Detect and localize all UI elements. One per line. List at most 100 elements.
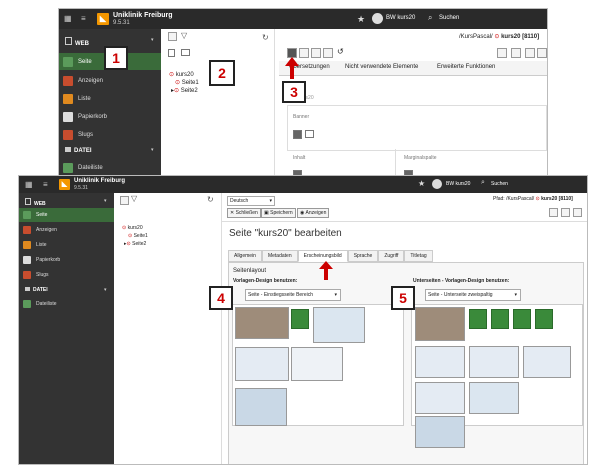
slug-icon — [63, 129, 73, 140]
list-menu-icon[interactable]: ≡ — [43, 180, 48, 189]
layout-thumbnail[interactable] — [523, 346, 571, 378]
sidebar-web-header[interactable]: WEB — [65, 37, 89, 47]
layout-thumbnail[interactable] — [235, 347, 289, 381]
tab-nicht-verwendete[interactable]: Nicht verwendete Elemente — [345, 64, 418, 70]
sidebar-item-slugs[interactable]: Slugs — [59, 126, 161, 143]
chevron-down-icon: ▾ — [514, 292, 517, 298]
language-select[interactable]: Deutsch ▾ — [227, 196, 275, 206]
lightning-icon-2[interactable] — [511, 48, 521, 58]
layout-thumbnail[interactable] — [291, 347, 343, 381]
layout-grid-icon[interactable] — [291, 309, 309, 329]
sidebar-item-papierkorb[interactable]: Papierkorb — [19, 253, 114, 267]
right-layout-select[interactable]: Seite - Unterseite zweispaltig ▾ — [425, 289, 521, 301]
sidebar-item-slugs[interactable]: Slugs — [19, 268, 114, 282]
filter-icon[interactable]: ▽ — [131, 194, 137, 203]
list-menu-icon[interactable]: ≡ — [81, 15, 89, 23]
layout-thumbnail[interactable] — [235, 307, 289, 339]
grid-menu-icon[interactable]: ▦ — [64, 15, 72, 23]
layout-thumbnail[interactable] — [235, 388, 287, 426]
bottom-page-tree: ▽ ⊙ kurs20 ⊙ Seite1 ▸⊙ Seite2 — [114, 193, 222, 464]
star-outline-icon[interactable] — [561, 208, 570, 217]
edit-doc-icon[interactable] — [323, 48, 333, 58]
search-label[interactable]: Suchen — [439, 15, 459, 21]
tree-item-seite2[interactable]: ▸⊙ Seite2 — [124, 241, 146, 247]
filter-icon[interactable]: ▽ — [181, 31, 187, 40]
layout-thumbnail[interactable] — [415, 416, 465, 448]
sidebar-item-dateiliste[interactable]: Dateiliste — [59, 159, 161, 176]
callout-1: 1 — [104, 46, 128, 70]
layout-thumbnail[interactable] — [469, 346, 519, 378]
search-icon[interactable]: ⌕ — [481, 179, 485, 187]
help-icon[interactable] — [537, 48, 547, 58]
copy-doc-icon[interactable] — [311, 48, 321, 58]
layout-thumbnail[interactable] — [469, 382, 519, 414]
grid-menu-icon[interactable]: ▦ — [25, 180, 33, 189]
search-icon[interactable]: ⌕ — [428, 13, 432, 23]
eye-icon — [23, 226, 31, 234]
search-label[interactable]: Suchen — [491, 181, 508, 187]
layout-thumbnail[interactable] — [313, 307, 365, 343]
sidebar-item-anzeigen[interactable]: Anzeigen — [19, 223, 114, 237]
layout-grid-icon[interactable] — [491, 309, 509, 329]
chevron-down-icon: ▾ — [151, 37, 154, 43]
new-page-icon[interactable] — [168, 32, 177, 41]
open-external-icon[interactable] — [549, 208, 558, 217]
star-icon[interactable]: ★ — [357, 14, 365, 25]
lightning-icon[interactable] — [497, 48, 507, 58]
sidebar-web-header[interactable]: WEB — [25, 198, 46, 207]
layout-thumbnail[interactable] — [415, 382, 465, 414]
history-icon[interactable]: ↺ — [337, 47, 344, 56]
banner-column — [287, 105, 547, 151]
sidebar-item-liste[interactable]: Liste — [59, 90, 161, 107]
layout-thumbnail[interactable] — [415, 307, 465, 341]
tab-allgemein[interactable]: Allgemein — [228, 250, 262, 262]
tree-item-seite1[interactable]: ⊙ Seite1 — [175, 79, 199, 86]
top-toolbar: ↺ — [287, 47, 547, 59]
left-layout-select[interactable]: Seite - Einstiegsseite Bereich ▾ — [245, 289, 341, 301]
tree-item-seite2[interactable]: ▸⊙ Seite2 — [171, 87, 198, 94]
sidebar-dateien-header[interactable]: DATEI — [65, 147, 92, 154]
tab-erweiterte[interactable]: Erweiterte Funktionen — [437, 64, 495, 70]
layout-grid-icon[interactable] — [513, 309, 531, 329]
save-button[interactable]: ▣ Speichern — [261, 208, 296, 218]
filelist-icon — [63, 162, 73, 173]
sidebar-item-liste[interactable]: Liste — [19, 238, 114, 252]
tab-zugriff[interactable]: Zugriff — [378, 250, 405, 262]
top-breadcrumb: /KursPascal/ ⊙ kurs20 [8110] — [459, 34, 540, 40]
sidebar-dateien-header[interactable]: DATEI — [25, 287, 48, 293]
user-name[interactable]: BW kurs20 — [386, 15, 415, 21]
star-outline-icon[interactable] — [525, 48, 535, 58]
avatar[interactable] — [432, 179, 442, 189]
tab-sprache[interactable]: Sprache — [347, 250, 379, 262]
sidebar-item-anzeigen[interactable]: Anzeigen — [59, 72, 161, 89]
sidebar-item-papierkorb[interactable]: Papierkorb — [59, 108, 161, 125]
tab-metadaten[interactable]: Metadaten — [261, 250, 298, 262]
layout-grid-icon[interactable] — [535, 309, 553, 329]
help-icon[interactable] — [573, 208, 582, 217]
bottom-sidebar: WEB ▾ Seite Anzeigen Liste Papierkorb Sl… — [19, 193, 114, 464]
tab-titletag[interactable]: Titletag — [404, 250, 433, 262]
star-icon[interactable]: ★ — [418, 179, 425, 188]
new-doc-icon[interactable] — [299, 48, 309, 58]
user-name[interactable]: BW kurs20 — [446, 181, 470, 187]
folder-open-icon[interactable] — [181, 49, 190, 56]
banner-folder-icon[interactable] — [305, 130, 314, 138]
view-button[interactable]: ◉ Anzeigen — [297, 208, 330, 218]
doc-icon[interactable] — [168, 49, 175, 57]
sidebar-item-dateiliste[interactable]: Dateiliste — [19, 297, 114, 311]
layout-grid-icon[interactable] — [469, 309, 487, 329]
tree-root[interactable]: ⊙ kurs20 — [122, 225, 143, 231]
avatar[interactable] — [372, 13, 383, 24]
refresh-tree-icon[interactable]: ↻ — [207, 195, 214, 204]
banner-add-icon[interactable] — [293, 130, 302, 139]
refresh-tree-icon[interactable]: ↻ — [262, 33, 269, 42]
list-icon — [23, 241, 31, 249]
tree-item-seite1[interactable]: ⊙ Seite1 — [128, 233, 148, 239]
new-page-icon[interactable] — [120, 196, 129, 205]
layout-thumbnail[interactable] — [415, 346, 465, 378]
tree-root[interactable]: ⊙ kurs20 — [169, 71, 194, 78]
chevron-down-icon: ▾ — [269, 198, 272, 204]
sidebar-item-seite[interactable]: Seite — [19, 208, 114, 222]
red-arrow-up — [324, 268, 328, 280]
close-button[interactable]: ✕ Schließen — [227, 208, 261, 218]
